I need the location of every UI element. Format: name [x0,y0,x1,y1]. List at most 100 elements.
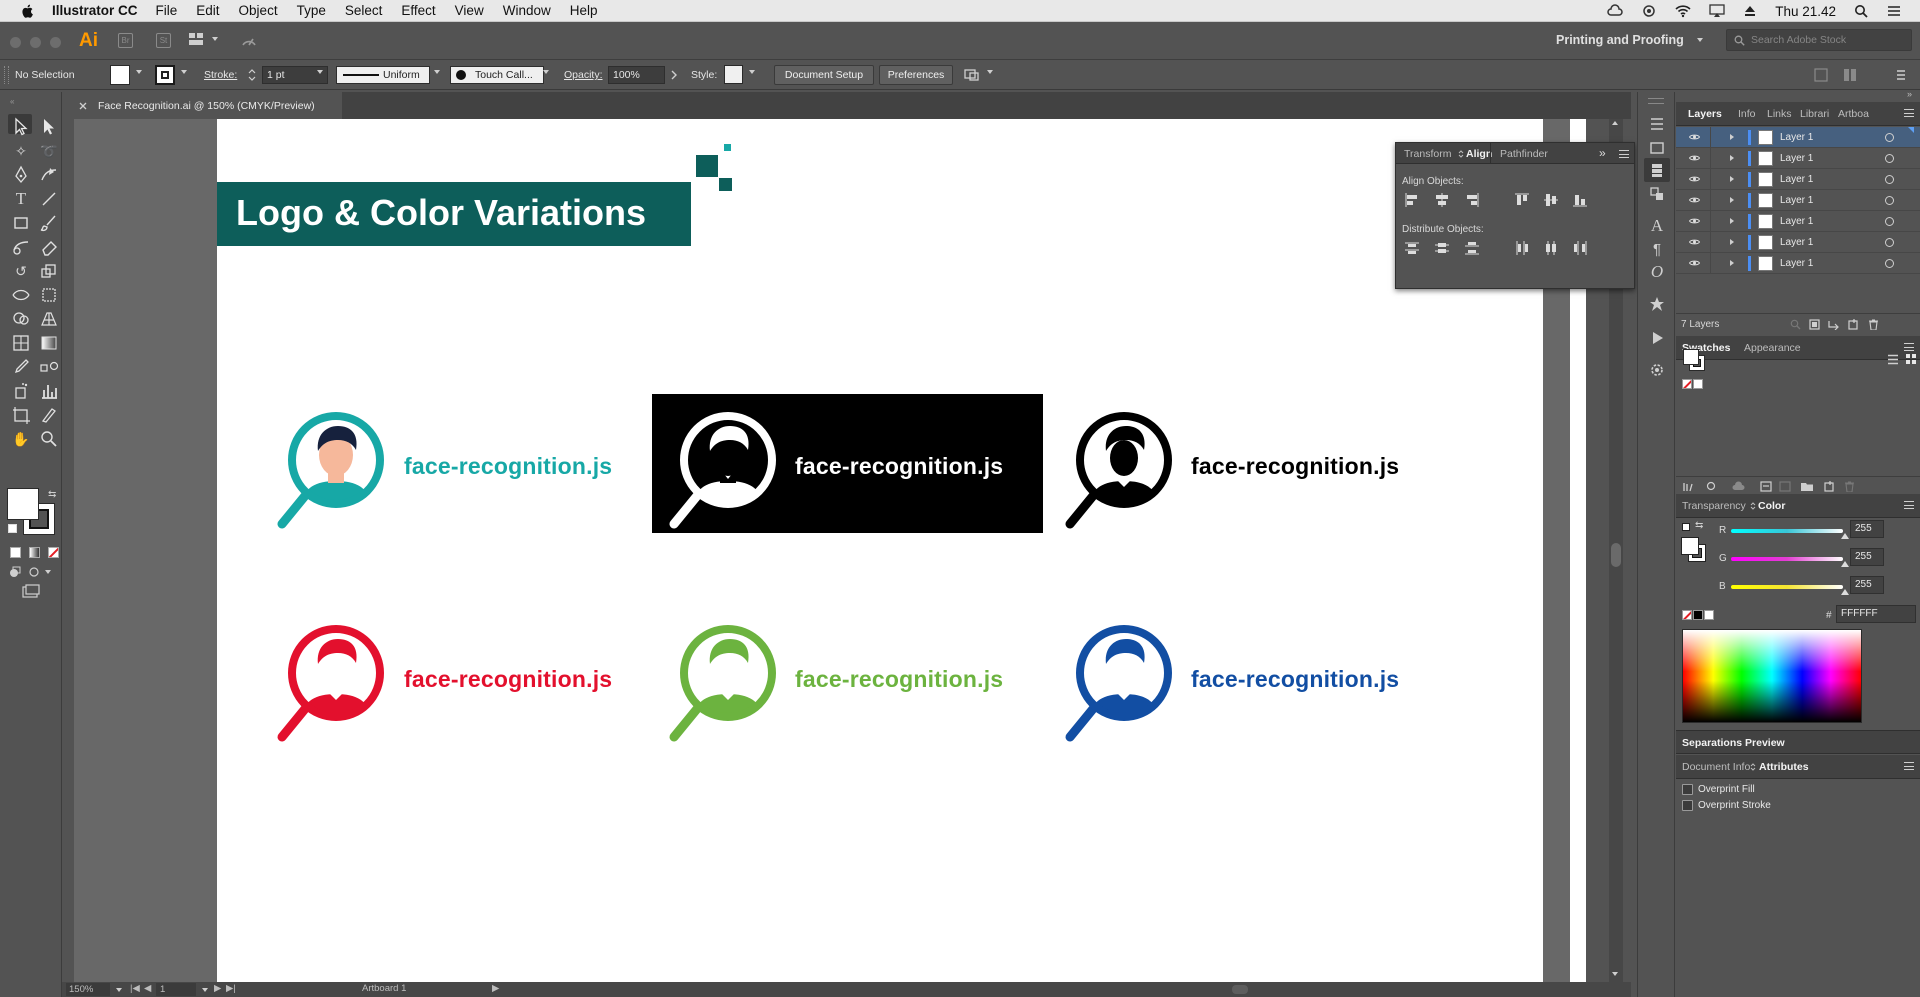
lock-column[interactable] [1710,169,1711,190]
color-tab-stepper-icon[interactable] [1750,501,1756,511]
variable-width-profile-select[interactable]: Uniform [336,66,430,84]
scroll-down-icon[interactable] [1612,972,1618,976]
target-circle-icon[interactable] [1885,175,1894,184]
separations-preview-title[interactable]: Separations Preview [1682,737,1785,749]
align-panel-menu-icon[interactable] [1619,150,1629,158]
status-artboard-name[interactable]: Artboard 1 [362,983,406,994]
chevron-down-icon[interactable] [212,37,218,41]
attributes-panel-menu-icon[interactable] [1904,762,1914,770]
apple-icon[interactable] [20,3,36,19]
color-swap-icon[interactable]: ⇆ [1695,520,1703,531]
slice-tool-icon[interactable] [38,404,60,426]
vertical-scroll-thumb[interactable] [1611,543,1621,567]
opacity-slider-arrow-icon[interactable] [671,70,677,80]
strip-grip[interactable] [1648,98,1664,104]
bridge-icon[interactable]: Br [118,33,133,48]
make-clipping-mask-icon[interactable] [1809,319,1820,330]
cloud-swatches-icon[interactable] [1732,481,1746,492]
menu-window[interactable]: Window [503,3,551,18]
zoom-dropdown-icon[interactable] [116,988,122,992]
blend-tool-icon[interactable] [38,356,60,378]
layer-row[interactable]: Layer 1 [1676,253,1920,274]
menu-effect[interactable]: Effect [401,3,435,18]
target-circle-icon[interactable] [1885,133,1894,142]
menu-view[interactable]: View [455,3,484,18]
magic-wand-tool-icon[interactable]: ✧ [10,140,32,162]
tab-libraries[interactable]: Librari [1800,108,1829,120]
character-panel-icon[interactable]: A [1649,217,1665,234]
stroke-weight-field[interactable]: 1 pt [262,66,328,84]
eject-icon[interactable] [1743,4,1757,18]
arrange-icon[interactable] [964,68,980,82]
add-to-library-icon[interactable] [1706,481,1718,492]
expand-arrow-icon[interactable] [1730,260,1734,266]
screen-mode-icon[interactable] [22,584,40,598]
logo-text-teal[interactable]: face-recognition.js [404,453,612,480]
artboard-number-field[interactable]: 1 [156,983,196,996]
arrange-documents-icon[interactable] [188,32,204,46]
tab-transform[interactable]: Transform [1404,148,1451,160]
app-name-menu[interactable]: Illustrator CC [52,3,138,18]
layer-row[interactable]: Layer 1 [1676,169,1920,190]
close-tab-icon[interactable] [79,102,87,110]
swatch-libraries-icon[interactable] [1682,481,1694,492]
document-setup-button[interactable]: Document Setup [774,65,874,85]
tab-transparency[interactable]: Transparency [1682,500,1746,512]
color-mode-icon[interactable] [10,547,21,558]
align-horizontal-center-icon[interactable] [1434,192,1450,208]
create-new-layer-icon[interactable] [1848,319,1859,330]
symbols-panel-icon[interactable] [1649,296,1665,312]
tab-artboards[interactable]: Artboa [1838,108,1869,120]
delete-layer-icon[interactable] [1868,319,1879,330]
target-circle-icon[interactable] [1885,196,1894,205]
distribute-vertical-center-icon[interactable] [1434,240,1450,256]
zoom-tool-icon[interactable] [38,428,60,450]
channel-r-slider[interactable] [1731,529,1843,533]
menu-file[interactable]: File [156,3,178,18]
lock-column[interactable] [1710,190,1711,211]
create-sublayer-icon[interactable] [1828,319,1840,330]
previous-artboard-icon[interactable]: ◀ [144,983,151,994]
align-top-icon[interactable] [1514,192,1530,208]
brush-dropdown-icon[interactable] [543,70,549,74]
grid-view-icon[interactable] [1905,353,1917,365]
layer-row[interactable]: Layer 1 [1676,232,1920,253]
zoom-window-button[interactable] [50,37,61,48]
stroke-label[interactable]: Stroke: [204,69,237,81]
column-graph-tool-icon[interactable] [38,380,60,402]
symbol-sprayer-tool-icon[interactable] [10,380,32,402]
shaper-tool-icon[interactable] [10,236,32,258]
logo-mark-blue[interactable] [1060,616,1190,746]
align-left-icon[interactable] [1404,192,1420,208]
sync-icon[interactable] [1641,4,1657,18]
decor-square-large[interactable] [696,155,718,177]
selection-tool-icon[interactable] [10,116,32,138]
target-circle-icon[interactable] [1885,217,1894,226]
layer-name[interactable]: Layer 1 [1780,195,1813,206]
swap-fill-stroke-icon[interactable]: ⇆ [48,489,56,500]
spotlight-search-icon[interactable] [1854,4,1868,18]
tab-links[interactable]: Links [1767,108,1792,120]
align-vertical-center-icon[interactable] [1543,192,1559,208]
lock-column[interactable] [1710,253,1711,274]
channel-r-value[interactable]: 255 [1850,520,1884,538]
document-tab[interactable]: Face Recognition.ai @ 150% (CMYK/Preview… [62,92,342,119]
none-mode-icon[interactable] [48,547,59,558]
expand-arrow-icon[interactable] [1730,134,1734,140]
layer-name[interactable]: Layer 1 [1780,216,1813,227]
channel-b-thumb[interactable] [1841,589,1849,595]
align-bottom-icon[interactable] [1572,192,1588,208]
gpu-performance-icon[interactable] [240,32,258,48]
opacity-field[interactable]: 100% [608,66,665,84]
paragraph-panel-icon[interactable]: ¶ [1649,242,1665,258]
channel-b-value[interactable]: 255 [1850,576,1884,594]
fill-dropdown-icon[interactable] [136,70,142,74]
screen-mirror-icon[interactable] [1709,4,1725,18]
expand-arrow-icon[interactable] [1730,218,1734,224]
logo-mark-green[interactable] [664,616,794,746]
minimize-window-button[interactable] [30,37,41,48]
scroll-up-icon[interactable] [1612,121,1618,125]
logo-text-inverse[interactable]: face-recognition.js [795,453,1003,480]
layer-row[interactable]: Layer 1 [1676,148,1920,169]
artboards-panel-icon[interactable] [1649,140,1665,156]
